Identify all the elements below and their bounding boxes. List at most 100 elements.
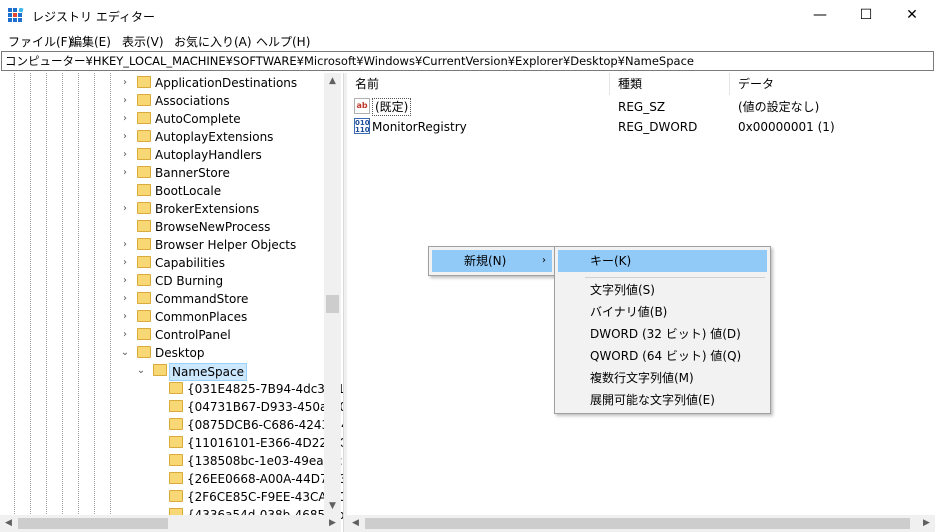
value-row[interactable]: ab (既定) REG_SZ (値の設定なし) xyxy=(347,97,935,117)
scroll-left-arrow[interactable]: ◀ xyxy=(347,515,364,532)
tree-expander-icon[interactable]: › xyxy=(120,93,130,109)
tree-node[interactable]: › CommandStore xyxy=(0,290,324,308)
tree-horizontal-scrollbar[interactable]: ◀ ▶ xyxy=(0,515,341,532)
tree-expander-icon[interactable] xyxy=(120,219,130,235)
tree-node[interactable]: › ControlPanel xyxy=(0,326,324,344)
folder-icon xyxy=(169,400,183,412)
tree-node[interactable]: {031E4825-7B94-4dc3-B13 xyxy=(0,380,343,398)
tree-expander-icon[interactable]: ⌄ xyxy=(136,363,146,379)
column-header-data[interactable]: データ xyxy=(730,73,935,95)
menu-item-key[interactable]: キー(K) xyxy=(558,250,767,272)
tree-vertical-scrollbar[interactable]: ▲ ▼ xyxy=(324,73,341,515)
menu-item-dword-value[interactable]: DWORD (32 ビット) 値(D) xyxy=(558,323,767,345)
tree-expander-icon[interactable] xyxy=(152,417,162,433)
menu-item-label: 複数行文字列値(M) xyxy=(590,371,694,385)
tree-node[interactable]: ⌄ Desktop xyxy=(0,344,324,362)
menu-favorites[interactable]: お気に入り(A) xyxy=(174,33,252,50)
minimize-button[interactable]: — xyxy=(797,0,843,31)
tree-node[interactable]: {04731B67-D933-450a-90E xyxy=(0,398,343,416)
tree-node[interactable]: {138508bc-1e03-49ea-9c8f xyxy=(0,452,343,470)
folder-icon xyxy=(137,148,151,160)
tree-node[interactable]: › Browser Helper Objects xyxy=(0,236,324,254)
tree-node-label: AutoComplete xyxy=(155,112,241,126)
tree-node[interactable]: › Associations xyxy=(0,92,324,110)
menu-edit[interactable]: 編集(E) xyxy=(70,33,111,50)
folder-icon xyxy=(137,220,151,232)
tree-expander-icon[interactable]: › xyxy=(120,327,130,343)
tree-expander-icon[interactable]: › xyxy=(120,273,130,289)
tree-node[interactable]: {26EE0668-A00A-44D7-937 xyxy=(0,470,343,488)
menu-help[interactable]: ヘルプ(H) xyxy=(256,33,310,50)
scroll-right-arrow[interactable]: ▶ xyxy=(324,515,341,532)
tree-expander-icon[interactable] xyxy=(152,399,162,415)
menu-item-expandable-string-value[interactable]: 展開可能な文字列値(E) xyxy=(558,389,767,411)
scroll-right-arrow[interactable]: ▶ xyxy=(918,515,935,532)
tree-node[interactable]: › BannerStore xyxy=(0,164,324,182)
maximize-button[interactable]: ☐ xyxy=(843,0,889,31)
scroll-up-arrow[interactable]: ▲ xyxy=(324,73,341,90)
tree-node[interactable]: › AutoplayExtensions xyxy=(0,128,324,146)
folder-icon xyxy=(153,364,167,376)
key-tree-pane[interactable]: › ApplicationDestinations › Associations › Au… xyxy=(0,73,343,532)
tree-expander-icon[interactable]: › xyxy=(120,147,130,163)
tree-expander-icon[interactable]: › xyxy=(120,237,130,253)
tree-expander-icon[interactable]: › xyxy=(120,291,130,307)
value-type: REG_DWORD xyxy=(618,120,698,134)
tree-node-label: {138508bc-1e03-49ea-9c8f xyxy=(187,454,343,468)
tree-expander-icon[interactable]: › xyxy=(120,309,130,325)
menu-item-string-value[interactable]: 文字列値(S) xyxy=(558,279,767,301)
tree-node-label: BrokerExtensions xyxy=(155,202,260,216)
column-header-type[interactable]: 種類 xyxy=(610,73,730,95)
value-row[interactable]: 010 110 MonitorRegistry REG_DWORD 0x0000… xyxy=(347,117,935,137)
tree-expander-icon[interactable]: ⌄ xyxy=(120,345,130,361)
scroll-thumb[interactable] xyxy=(365,518,910,529)
tree-node[interactable]: › AutoplayHandlers xyxy=(0,146,324,164)
tree-expander-icon[interactable]: › xyxy=(120,165,130,181)
scroll-down-arrow[interactable]: ▼ xyxy=(324,498,341,515)
menu-item-new[interactable]: 新規(N) › xyxy=(432,250,552,272)
tree-expander-icon[interactable]: › xyxy=(120,255,130,271)
tree-expander-icon[interactable] xyxy=(152,381,162,397)
menu-item-binary-value[interactable]: バイナリ値(B) xyxy=(558,301,767,323)
tree-expander-icon[interactable]: › xyxy=(120,129,130,145)
tree-node[interactable]: › Capabilities xyxy=(0,254,324,272)
tree-expander-icon[interactable] xyxy=(152,435,162,451)
menu-view[interactable]: 表示(V) xyxy=(122,33,164,50)
tree-node[interactable]: BootLocale xyxy=(0,182,324,200)
tree-node[interactable]: › BrokerExtensions xyxy=(0,200,324,218)
column-header-name[interactable]: 名前 xyxy=(347,73,610,95)
tree-node[interactable]: ⌄ NameSpace xyxy=(0,362,324,381)
tree-node[interactable]: {0875DCB6-C686-4243-943 xyxy=(0,416,343,434)
tree-node[interactable]: › AutoComplete xyxy=(0,110,324,128)
scroll-thumb[interactable] xyxy=(326,295,339,313)
tree-expander-icon[interactable] xyxy=(152,471,162,487)
menu-item-multi-string-value[interactable]: 複数行文字列値(M) xyxy=(558,367,767,389)
menu-item-qword-value[interactable]: QWORD (64 ビット) 値(Q) xyxy=(558,345,767,367)
folder-icon xyxy=(137,76,151,88)
tree-node[interactable]: {11016101-E366-4D22-BC0 xyxy=(0,434,343,452)
tree-node[interactable]: › ApplicationDestinations xyxy=(0,74,324,92)
tree-expander-icon[interactable]: › xyxy=(120,201,130,217)
folder-icon xyxy=(137,238,151,250)
menu-item-new-label: 新規(N) xyxy=(464,254,507,268)
tree-expander-icon[interactable]: › xyxy=(120,111,130,127)
tree-node[interactable]: BrowseNewProcess xyxy=(0,218,324,236)
string-value-icon: ab xyxy=(354,98,370,114)
binary-value-icon: 010 110 xyxy=(354,118,370,134)
close-button[interactable]: ✕ xyxy=(889,0,935,31)
tree-expander-icon[interactable] xyxy=(120,183,130,199)
menu-file[interactable]: ファイル(F) xyxy=(8,33,72,50)
tree-node[interactable]: › CD Burning xyxy=(0,272,324,290)
folder-icon xyxy=(137,202,151,214)
scroll-left-arrow[interactable]: ◀ xyxy=(0,515,17,532)
tree-expander-icon[interactable] xyxy=(152,489,162,505)
address-bar[interactable]: コンピューター¥HKEY_LOCAL_MACHINE¥SOFTWARE¥Micr… xyxy=(1,51,934,71)
tree-node-label: {2F6CE85C-F9EE-43CA-90C xyxy=(187,490,343,504)
tree-node[interactable]: › CommonPlaces xyxy=(0,308,324,326)
tree-node[interactable]: {2F6CE85C-F9EE-43CA-90C xyxy=(0,488,343,506)
tree-expander-icon[interactable]: › xyxy=(120,75,130,91)
menu-item-key-label: キー(K) xyxy=(590,254,632,268)
scroll-thumb[interactable] xyxy=(18,518,168,529)
list-horizontal-scrollbar[interactable]: ◀ ▶ xyxy=(347,515,935,532)
tree-expander-icon[interactable] xyxy=(152,453,162,469)
